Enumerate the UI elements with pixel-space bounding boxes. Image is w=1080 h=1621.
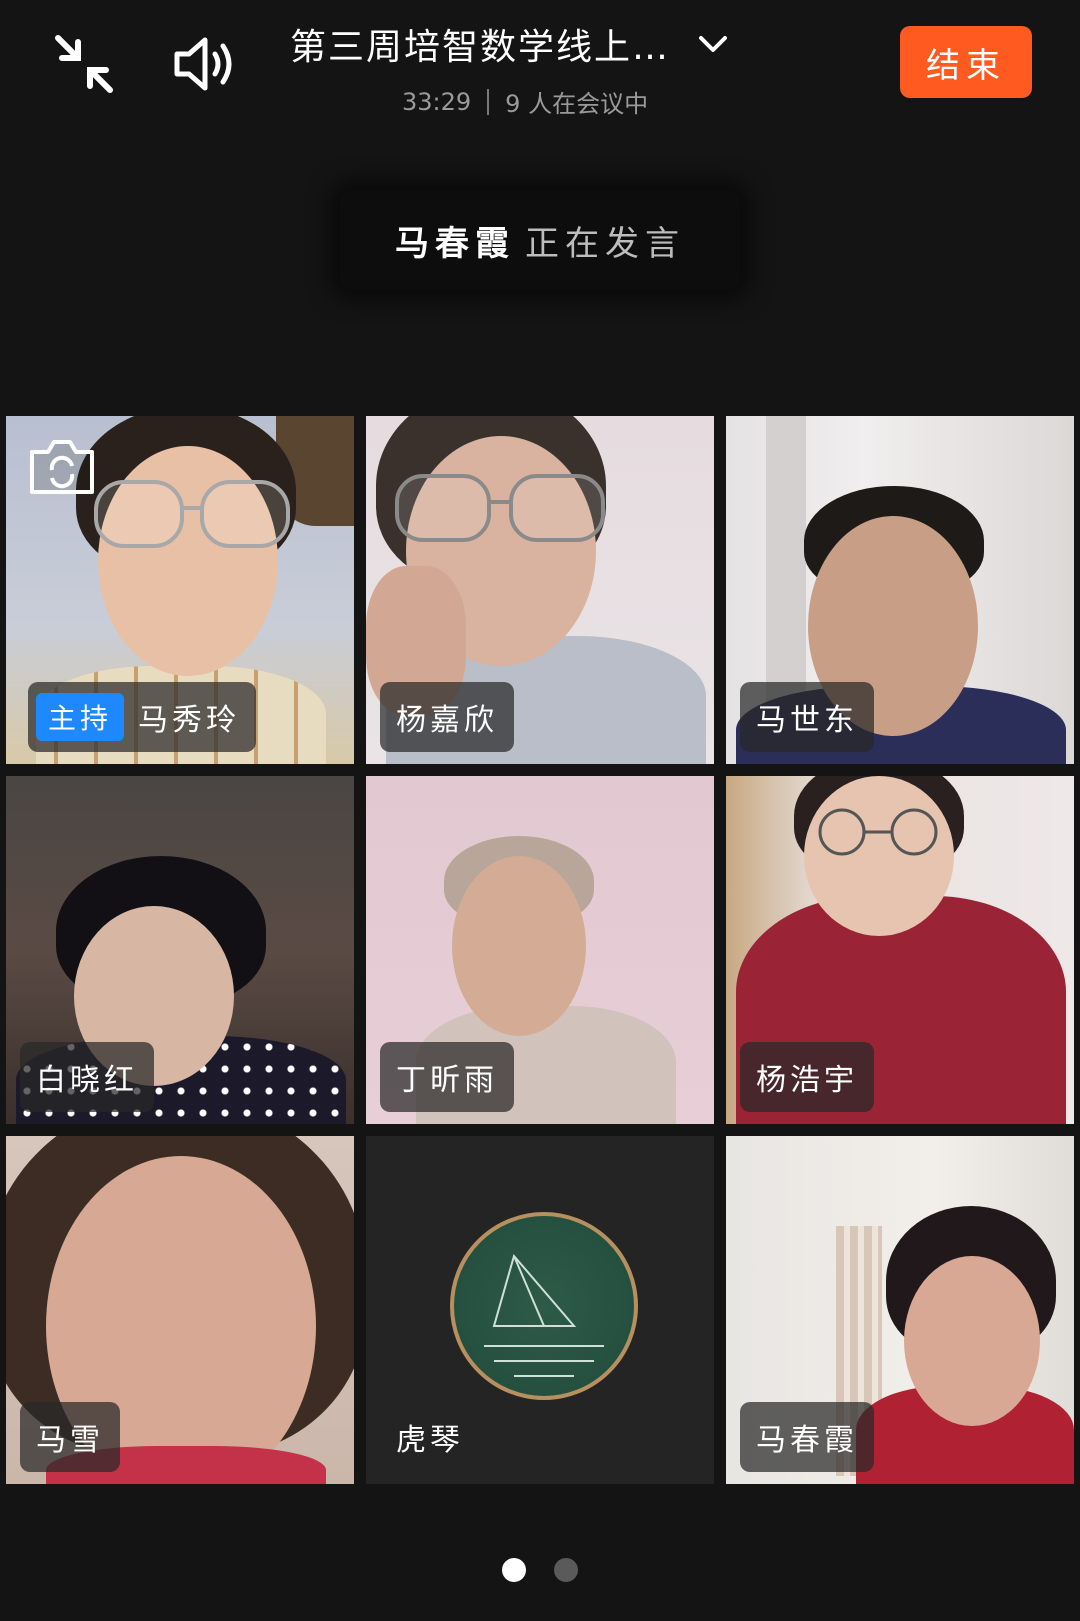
participant-name: 虎琴: [396, 1423, 464, 1458]
speaker-name: 马春霞: [395, 223, 515, 264]
participant-name: 杨浩宇: [756, 1063, 858, 1098]
page-dot-current[interactable]: [502, 1558, 526, 1582]
participant-name-tag: 马世东: [740, 682, 874, 752]
participant-name: 丁昕雨: [396, 1063, 498, 1098]
speaking-status: 正在发言: [525, 223, 685, 264]
video-tile[interactable]: 主持 马秀玲: [6, 416, 354, 764]
video-tile[interactable]: 白晓红: [6, 776, 354, 1124]
avatar: [450, 1212, 638, 1400]
speaking-indicator: 马春霞 正在发言: [340, 190, 740, 290]
divider: [487, 88, 490, 115]
participant-name: 白晓红: [36, 1063, 138, 1098]
end-meeting-button[interactable]: 结束: [900, 26, 1032, 98]
participant-name-tag: 马雪: [20, 1402, 120, 1472]
top-bar: 第三周培智数学线上… 33:29 9 人在会议中 结束: [0, 0, 1080, 140]
participant-name: 马世东: [756, 703, 858, 738]
video-tile-active-speaker[interactable]: 马春霞: [726, 1136, 1074, 1484]
participant-name-tag: 白晓红: [20, 1042, 154, 1112]
meeting-title[interactable]: 第三周培智数学线上…: [290, 18, 670, 70]
participant-name-tag: 主持 马秀玲: [28, 682, 257, 752]
meeting-info[interactable]: 第三周培智数学线上… 33:29 9 人在会议中: [290, 18, 810, 119]
participant-name-tag: 杨浩宇: [740, 1042, 874, 1112]
video-tile[interactable]: 杨嘉欣: [366, 416, 714, 764]
host-badge: 主持: [36, 693, 125, 741]
page-dot[interactable]: [554, 1558, 578, 1582]
page-indicator: [0, 1558, 1080, 1582]
video-tile[interactable]: 马世东: [726, 416, 1074, 764]
video-tile[interactable]: 马雪: [6, 1136, 354, 1484]
chevron-down-icon[interactable]: [696, 27, 730, 61]
meeting-duration: 33:29: [402, 87, 472, 116]
video-grid: 主持 马秀玲 杨嘉欣 马世东 白晓红 丁昕雨 杨浩宇 马雪 虎琴 马春霞: [6, 416, 1074, 1484]
participant-name-tag: 丁昕雨: [380, 1042, 514, 1112]
participant-name-tag: 虎琴: [380, 1402, 480, 1472]
participant-name: 马春霞: [756, 1423, 858, 1458]
participant-name: 杨嘉欣: [396, 703, 498, 738]
participant-name-tag: 马春霞: [740, 1402, 874, 1472]
participant-name-tag: 杨嘉欣: [380, 682, 514, 752]
video-tile[interactable]: 杨浩宇: [726, 776, 1074, 1124]
participant-name: 马雪: [36, 1423, 104, 1458]
minimize-icon[interactable]: [48, 28, 120, 100]
participant-name: 马秀玲: [138, 703, 241, 738]
camera-switch-icon[interactable]: [26, 436, 98, 498]
video-tile[interactable]: 丁昕雨: [366, 776, 714, 1124]
participant-count: 9 人在会议中: [505, 90, 649, 118]
speaker-icon[interactable]: [168, 28, 240, 100]
video-tile[interactable]: 虎琴: [366, 1136, 714, 1484]
